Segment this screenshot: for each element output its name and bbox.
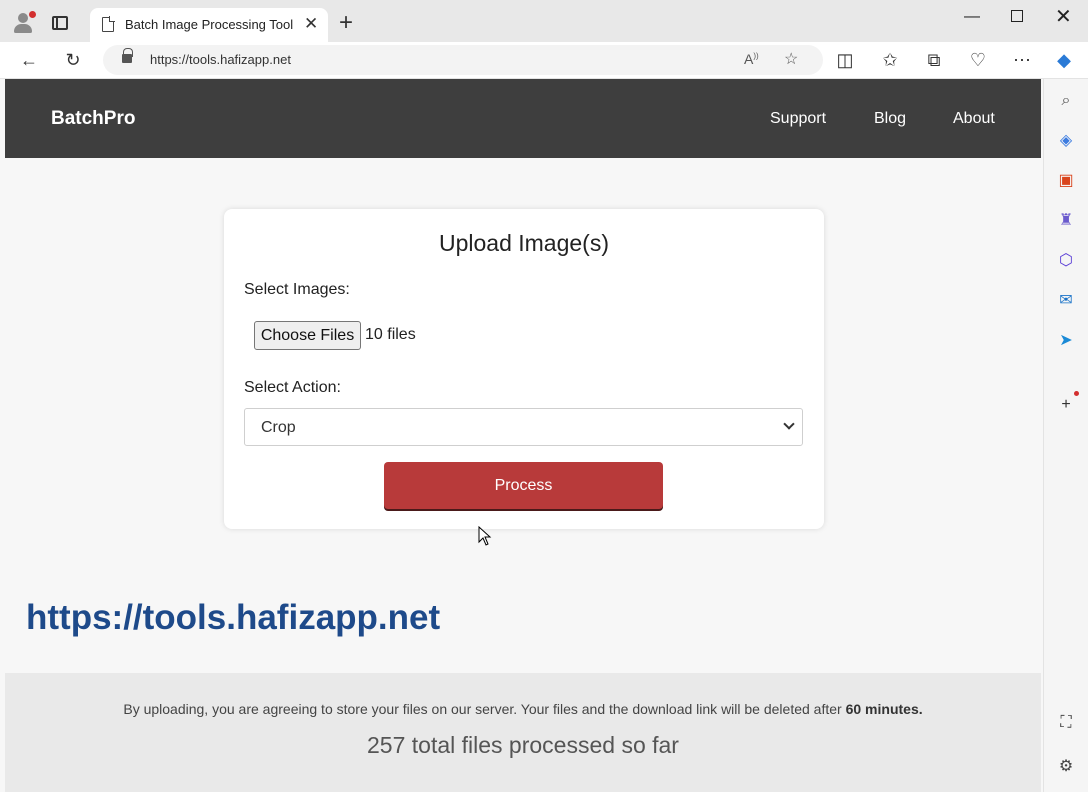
- add-sidebar-app-icon[interactable]: +: [1056, 395, 1076, 415]
- nav-support-link[interactable]: Support: [770, 110, 826, 128]
- address-url[interactable]: https://tools.hafizapp.net: [150, 52, 291, 67]
- select-images-label: Select Images:: [244, 281, 350, 298]
- favorites-icon[interactable]: ✩: [878, 48, 902, 72]
- collections-icon[interactable]: ⧉: [922, 48, 946, 72]
- site-brand[interactable]: BatchPro: [51, 108, 135, 130]
- back-icon[interactable]: ←: [17, 48, 41, 72]
- site-navbar: BatchPro Support Blog About: [5, 79, 1041, 158]
- favorite-star-icon[interactable]: ☆: [784, 49, 798, 69]
- games-icon[interactable]: ♜: [1056, 211, 1076, 231]
- process-button[interactable]: Process: [384, 462, 663, 509]
- page-footer: By uploading, you are agreeing to store …: [5, 673, 1041, 792]
- tab-title: Batch Image Processing Tool: [125, 17, 294, 32]
- retention-time: 60 minutes.: [845, 701, 923, 717]
- choose-files-button[interactable]: Choose Files: [254, 321, 361, 350]
- send-icon[interactable]: ➤: [1056, 331, 1076, 351]
- address-bar[interactable]: https://tools.hafizapp.net A)) ☆: [103, 45, 823, 75]
- minimize-icon[interactable]: —: [964, 5, 980, 29]
- notification-dot: [1074, 391, 1079, 396]
- action-select-value[interactable]: Crop: [261, 419, 296, 437]
- shopping-tag-icon[interactable]: ◈: [1056, 131, 1076, 151]
- settings-gear-icon[interactable]: ⚙: [1056, 757, 1076, 777]
- refresh-icon[interactable]: ↻: [61, 48, 85, 72]
- read-aloud-icon[interactable]: A)): [744, 51, 759, 67]
- edge-sidebar: ⌕ ◈ ▣ ♜ ⬡ ✉ ➤ + ⛶ ⚙: [1043, 79, 1088, 792]
- site-url-banner: https://tools.hafizapp.net: [26, 598, 441, 637]
- storage-notice-text: By uploading, you are agreeing to store …: [123, 701, 846, 717]
- profile-icon[interactable]: [12, 11, 36, 34]
- split-screen-icon[interactable]: ◫: [833, 48, 857, 72]
- storage-notice: By uploading, you are agreeing to store …: [5, 701, 1041, 717]
- action-select[interactable]: Crop: [244, 408, 803, 446]
- browser-titlebar: Batch Image Processing Tool ✕ + — ✕: [0, 0, 1088, 42]
- lock-icon[interactable]: [122, 48, 133, 63]
- outlook-icon[interactable]: ✉: [1056, 291, 1076, 311]
- browser-essentials-icon[interactable]: ♡: [966, 48, 990, 72]
- upload-card: Upload Image(s) Select Images: Choose Fi…: [224, 209, 824, 529]
- file-count-text: 10 files: [365, 326, 416, 343]
- web-page: BatchPro Support Blog About Upload Image…: [0, 79, 1043, 792]
- files-processed-counter: 257 total files processed so far: [367, 732, 679, 758]
- close-window-icon[interactable]: ✕: [1055, 5, 1072, 29]
- page-icon: [102, 16, 115, 32]
- nav-about-link[interactable]: About: [953, 110, 995, 128]
- browser-toolbar: ← ↻ https://tools.hafizapp.net A)) ☆ ◫ ✩…: [0, 42, 1088, 79]
- nav-blog-link[interactable]: Blog: [874, 110, 906, 128]
- upload-title: Upload Image(s): [438, 230, 610, 256]
- tab-actions-icon[interactable]: [52, 16, 68, 30]
- more-menu-icon[interactable]: ⋯: [1010, 48, 1034, 72]
- close-tab-icon[interactable]: ✕: [304, 14, 318, 34]
- maximize-icon[interactable]: [1011, 10, 1023, 22]
- new-tab-icon[interactable]: +: [339, 11, 353, 35]
- mouse-cursor-icon: [478, 526, 492, 546]
- copilot-icon[interactable]: ◆: [1052, 48, 1076, 72]
- microsoft365-icon[interactable]: ⬡: [1056, 251, 1076, 271]
- select-action-label: Select Action:: [244, 379, 341, 396]
- search-icon[interactable]: ⌕: [1056, 91, 1076, 111]
- chevron-down-icon[interactable]: [783, 418, 795, 430]
- screenshot-icon[interactable]: ⛶: [1056, 713, 1076, 733]
- browser-tab[interactable]: Batch Image Processing Tool ✕: [90, 8, 328, 42]
- tools-icon[interactable]: ▣: [1056, 171, 1076, 191]
